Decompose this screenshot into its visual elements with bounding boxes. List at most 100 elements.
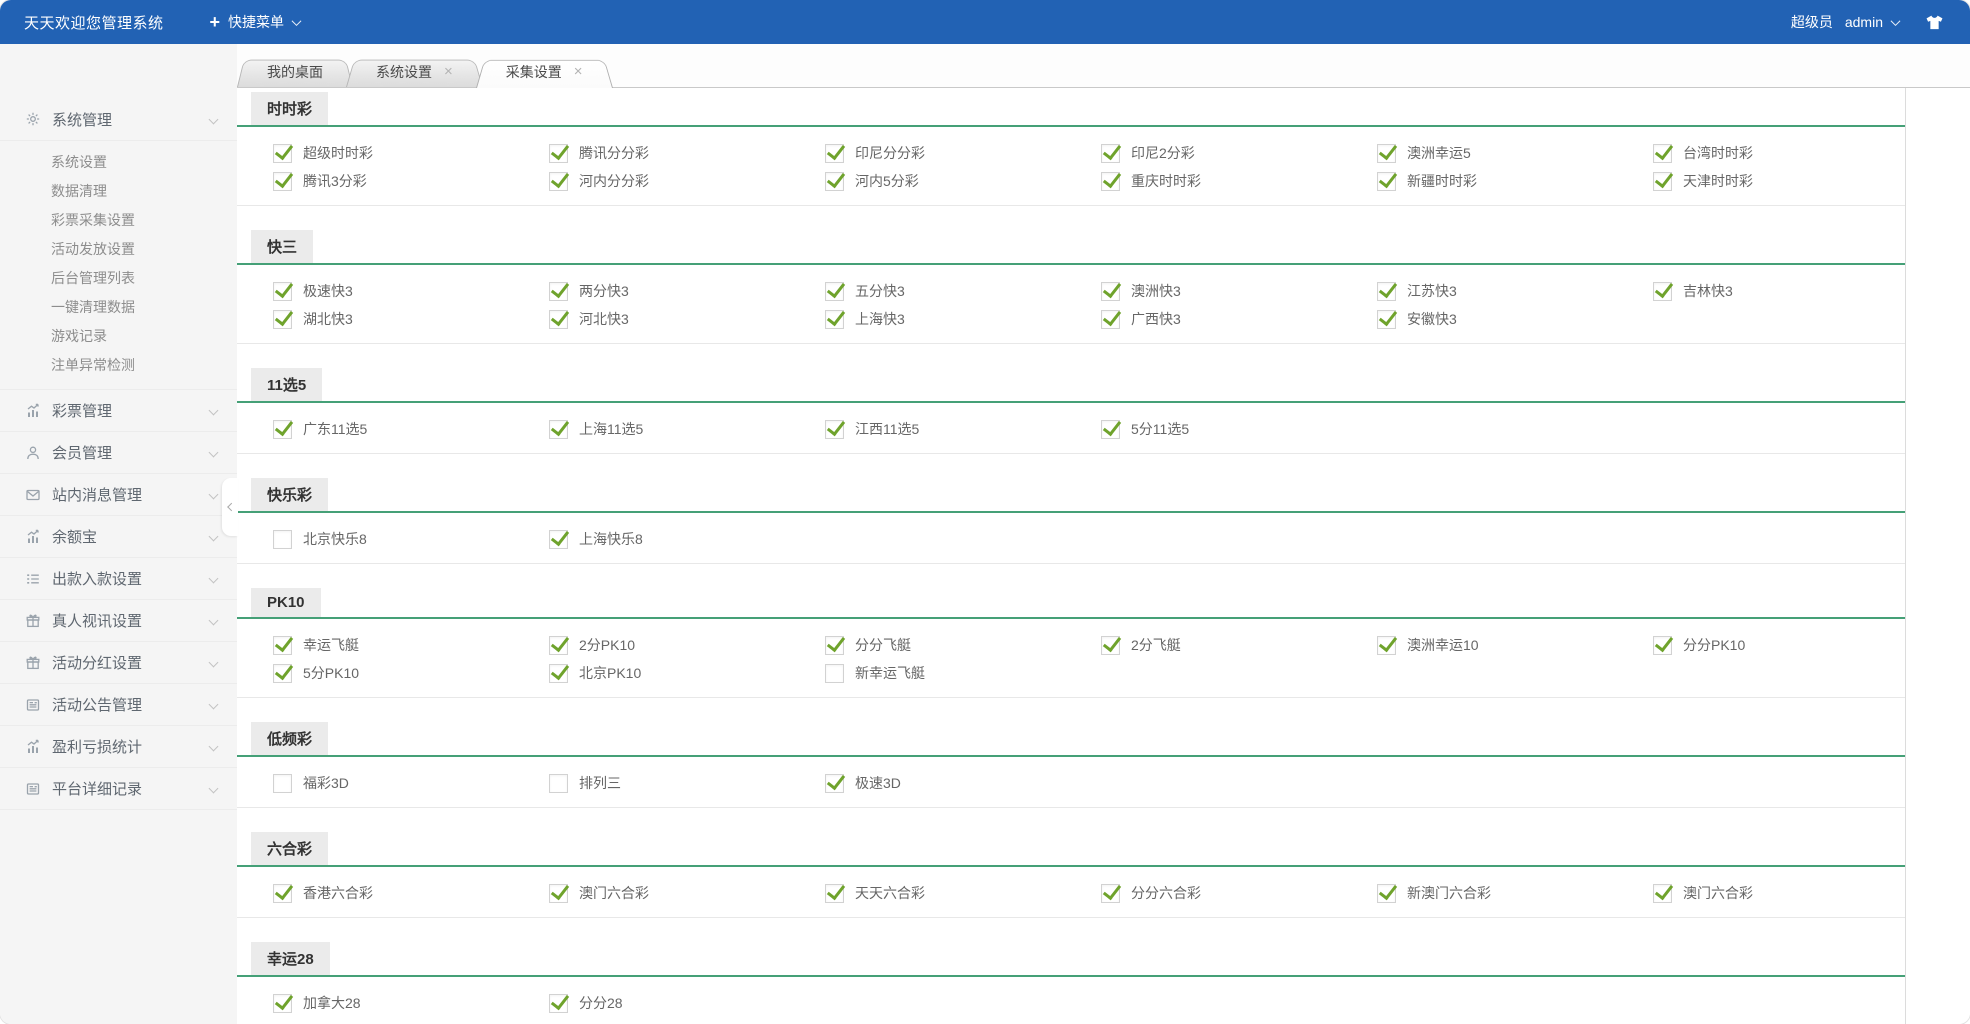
checkbox-checked[interactable] [1101,419,1120,439]
lottery-item-澳洲快3[interactable]: 澳洲快3 [1101,277,1377,305]
lottery-item-极速快3[interactable]: 极速快3 [273,277,549,305]
lottery-item-河北快3[interactable]: 河北快3 [549,305,825,333]
sidebar-subitem-游戏记录[interactable]: 游戏记录 [0,321,237,350]
lottery-item-重庆时时彩[interactable]: 重庆时时彩 [1101,167,1377,195]
lottery-item-北京PK10[interactable]: 北京PK10 [549,659,825,687]
checkbox-checked[interactable] [1653,143,1672,163]
checkbox-checked[interactable] [1101,635,1120,655]
checkbox-checked[interactable] [1377,171,1396,191]
lottery-item-腾讯分分彩[interactable]: 腾讯分分彩 [549,139,825,167]
sidebar-item-盈利亏损统计[interactable]: 盈利亏损统计 [0,725,237,767]
sidebar-subitem-后台管理列表[interactable]: 后台管理列表 [0,263,237,292]
sidebar-subitem-系统设置[interactable]: 系统设置 [0,147,237,176]
checkbox-unchecked[interactable] [825,663,844,683]
lottery-item-5分PK10[interactable]: 5分PK10 [273,659,549,687]
lottery-item-上海快乐8[interactable]: 上海快乐8 [549,525,825,553]
lottery-item-天津时时彩[interactable]: 天津时时彩 [1653,167,1905,195]
lottery-item-上海快3[interactable]: 上海快3 [825,305,1101,333]
checkbox-checked[interactable] [273,419,292,439]
checkbox-checked[interactable] [1101,281,1120,301]
lottery-item-湖北快3[interactable]: 湖北快3 [273,305,549,333]
lottery-item-广西快3[interactable]: 广西快3 [1101,305,1377,333]
lottery-item-香港六合彩[interactable]: 香港六合彩 [273,879,549,907]
sidebar-item-系统管理[interactable]: 系统管理 [0,98,237,140]
checkbox-checked[interactable] [825,143,844,163]
checkbox-checked[interactable] [1653,171,1672,191]
sidebar-item-站内消息管理[interactable]: 站内消息管理 [0,473,237,515]
checkbox-checked[interactable] [1101,171,1120,191]
lottery-item-超级时时彩[interactable]: 超级时时彩 [273,139,549,167]
checkbox-checked[interactable] [549,419,568,439]
checkbox-checked[interactable] [1377,143,1396,163]
lottery-item-加拿大28[interactable]: 加拿大28 [273,989,549,1017]
sidebar-subitem-一键清理数据[interactable]: 一键清理数据 [0,292,237,321]
sidebar-item-活动公告管理[interactable]: 活动公告管理 [0,683,237,725]
checkbox-checked[interactable] [1377,883,1396,903]
sidebar-item-余额宝[interactable]: 余额宝 [0,515,237,557]
sidebar-subitem-彩票采集设置[interactable]: 彩票采集设置 [0,205,237,234]
checkbox-unchecked[interactable] [549,773,568,793]
sidebar-subitem-活动发放设置[interactable]: 活动发放设置 [0,234,237,263]
lottery-item-台湾时时彩[interactable]: 台湾时时彩 [1653,139,1905,167]
lottery-item-幸运飞艇[interactable]: 幸运飞艇 [273,631,549,659]
lottery-item-腾讯3分彩[interactable]: 腾讯3分彩 [273,167,549,195]
user-menu-button[interactable]: 超级员 admin [1791,12,1901,32]
lottery-item-新疆时时彩[interactable]: 新疆时时彩 [1377,167,1653,195]
lottery-item-河内5分彩[interactable]: 河内5分彩 [825,167,1101,195]
tab-系统设置[interactable]: 系统设置 × [346,56,483,87]
checkbox-checked[interactable] [549,883,568,903]
lottery-item-安徽快3[interactable]: 安徽快3 [1377,305,1653,333]
checkbox-checked[interactable] [273,281,292,301]
checkbox-checked[interactable] [273,143,292,163]
checkbox-checked[interactable] [825,883,844,903]
lottery-item-印尼分分彩[interactable]: 印尼分分彩 [825,139,1101,167]
sidebar-item-出款入款设置[interactable]: 出款入款设置 [0,557,237,599]
sidebar-item-彩票管理[interactable]: 彩票管理 [0,389,237,431]
checkbox-checked[interactable] [273,663,292,683]
checkbox-checked[interactable] [273,883,292,903]
checkbox-checked[interactable] [273,993,292,1013]
lottery-item-5分11选5[interactable]: 5分11选5 [1101,415,1377,443]
lottery-item-北京快乐8[interactable]: 北京快乐8 [273,525,549,553]
checkbox-checked[interactable] [273,309,292,329]
lottery-item-新澳门六合彩[interactable]: 新澳门六合彩 [1377,879,1653,907]
lottery-item-河内分分彩[interactable]: 河内分分彩 [549,167,825,195]
sidebar-item-真人视讯设置[interactable]: 真人视讯设置 [0,599,237,641]
checkbox-checked[interactable] [273,171,292,191]
lottery-item-澳洲幸运5[interactable]: 澳洲幸运5 [1377,139,1653,167]
lottery-item-澳门六合彩[interactable]: 澳门六合彩 [1653,879,1905,907]
checkbox-checked[interactable] [825,281,844,301]
lottery-item-印尼2分彩[interactable]: 印尼2分彩 [1101,139,1377,167]
lottery-item-江苏快3[interactable]: 江苏快3 [1377,277,1653,305]
checkbox-checked[interactable] [549,663,568,683]
lottery-item-2分PK10[interactable]: 2分PK10 [549,631,825,659]
checkbox-checked[interactable] [1653,635,1672,655]
sidebar-collapse-handle[interactable] [222,478,238,536]
checkbox-checked[interactable] [1101,883,1120,903]
checkbox-checked[interactable] [549,529,568,549]
checkbox-checked[interactable] [273,635,292,655]
lottery-item-福彩3D[interactable]: 福彩3D [273,769,549,797]
tab-我的桌面[interactable]: 我的桌面 [237,56,353,87]
lottery-item-吉林快3[interactable]: 吉林快3 [1653,277,1905,305]
checkbox-unchecked[interactable] [273,529,292,549]
checkbox-checked[interactable] [1377,309,1396,329]
lottery-item-分分六合彩[interactable]: 分分六合彩 [1101,879,1377,907]
checkbox-checked[interactable] [549,171,568,191]
checkbox-checked[interactable] [1101,143,1120,163]
checkbox-checked[interactable] [825,773,844,793]
quick-menu-button[interactable]: + 快捷菜单 [210,12,302,32]
checkbox-checked[interactable] [825,309,844,329]
checkbox-checked[interactable] [1377,281,1396,301]
checkbox-checked[interactable] [549,993,568,1013]
lottery-item-广东11选5[interactable]: 广东11选5 [273,415,549,443]
checkbox-checked[interactable] [1377,635,1396,655]
close-icon[interactable]: × [574,64,583,79]
lottery-item-分分28[interactable]: 分分28 [549,989,825,1017]
close-icon[interactable]: × [444,64,453,79]
tshirt-icon[interactable] [1925,14,1944,31]
lottery-item-澳门六合彩[interactable]: 澳门六合彩 [549,879,825,907]
lottery-item-两分快3[interactable]: 两分快3 [549,277,825,305]
sidebar-item-平台详细记录[interactable]: 平台详细记录 [0,767,237,809]
lottery-item-排列三[interactable]: 排列三 [549,769,825,797]
